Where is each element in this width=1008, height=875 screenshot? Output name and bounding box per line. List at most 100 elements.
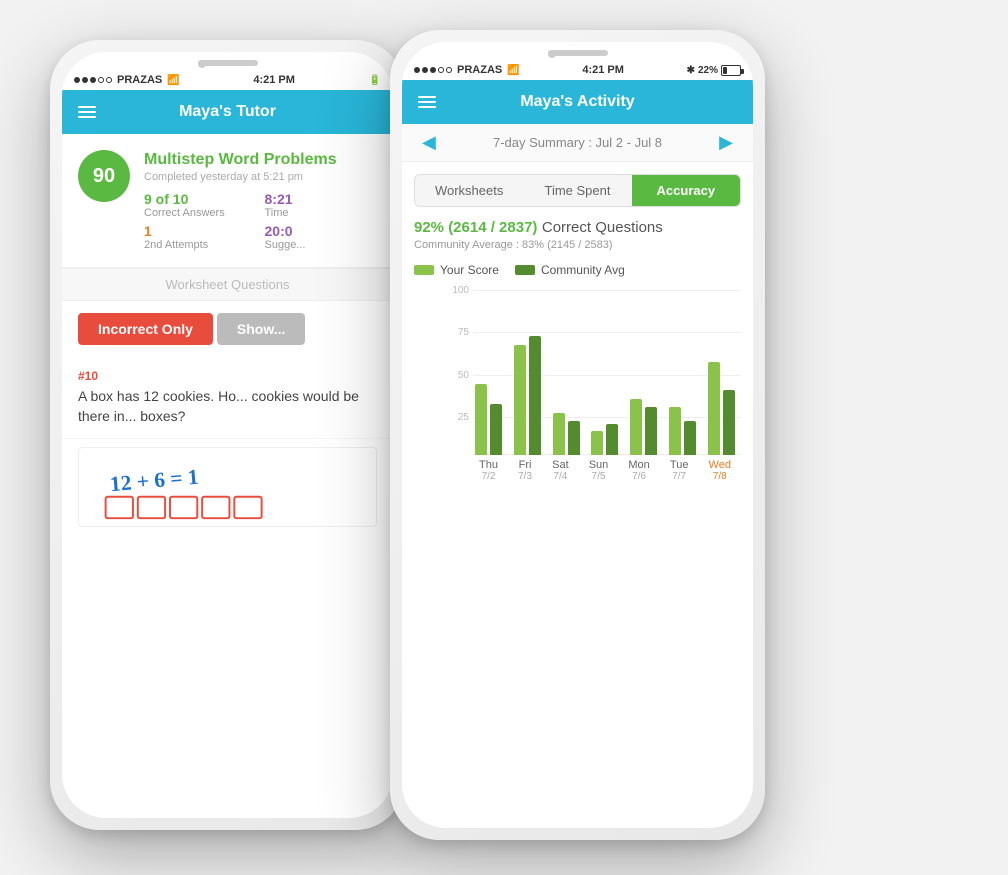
bar-group-sun <box>591 424 618 455</box>
dot4 <box>98 77 104 83</box>
filter-row: Incorrect Only Show... <box>62 301 393 357</box>
tab-time-spent[interactable]: Time Spent <box>523 175 631 206</box>
bar-pair-sun <box>591 424 618 455</box>
wifi-icon-right: 📶 <box>507 65 519 76</box>
chart-area: 100 75 50 2 <box>402 285 753 493</box>
suggested-value: 20:0 Sugge... <box>265 223 378 251</box>
battery-fill-right <box>723 67 727 74</box>
handwriting-area: 12 + 6 = 1 <box>78 447 377 527</box>
scene: PRAZAS 📶 4:21 PM 🔋 Maya's Tutor 90 <box>0 0 1008 875</box>
rdot3 <box>430 67 436 73</box>
camera-left <box>198 60 206 68</box>
x-label-sun: Sun7/5 <box>589 455 609 485</box>
bar-user-fri <box>514 345 526 456</box>
phone-left: PRAZAS 📶 4:21 PM 🔋 Maya's Tutor 90 <box>50 40 405 830</box>
your-score-swatch <box>414 265 434 275</box>
summary-title: 7-day Summary : Jul 2 - Jul 8 <box>493 135 662 150</box>
question-text: A box has 12 cookies. Ho... cookies woul… <box>78 387 377 426</box>
legend-your-score: Your Score <box>414 263 499 277</box>
bar-avg-tue <box>684 421 696 455</box>
tab-accuracy[interactable]: Accuracy <box>632 175 740 206</box>
menu-button-left[interactable] <box>78 106 96 118</box>
grid-label-75: 75 <box>444 327 469 338</box>
bar-pair-sat <box>553 413 580 456</box>
x-label-sat: Sat7/4 <box>552 455 569 485</box>
bars-area <box>469 285 741 455</box>
phone-left-notch <box>62 52 393 70</box>
menu-button-right[interactable] <box>418 96 436 108</box>
x-date-sat: 7/4 <box>553 471 567 482</box>
attempts-value: 1 2nd Attempts <box>144 223 257 251</box>
bar-group-sat <box>553 413 580 456</box>
status-left-left: PRAZAS 📶 <box>74 74 180 86</box>
score-date: Completed yesterday at 5:21 pm <box>144 171 377 183</box>
x-label-wed: Wed7/8 <box>709 455 731 485</box>
rdot2 <box>422 67 428 73</box>
prev-button[interactable]: ◀ <box>414 132 444 153</box>
community-label: Community Avg <box>541 263 625 277</box>
x-day-tue: Tue <box>670 459 689 471</box>
bar-avg-mon <box>645 407 657 455</box>
bar-user-tue <box>669 407 681 455</box>
question-row: #10 A box has 12 cookies. Ho... cookies … <box>62 357 393 439</box>
bar-group-fri <box>514 336 541 455</box>
x-date-wed: 7/8 <box>713 471 727 482</box>
nav-bar-right: Maya's Activity <box>402 80 753 124</box>
x-label-thu: Thu7/2 <box>479 455 498 485</box>
phone-right: PRAZAS 📶 4:21 PM ✱ 22% Maya's Activity <box>390 30 765 840</box>
x-date-fri: 7/3 <box>518 471 532 482</box>
show-all-button[interactable]: Show... <box>217 313 305 345</box>
time-right: 4:21 PM <box>582 64 624 76</box>
status-right-right: ✱ 22% <box>687 65 741 76</box>
carrier-left: PRAZAS <box>117 74 162 86</box>
score-stats: 9 of 10 Correct Answers 8:21 Time 1 2nd … <box>144 191 377 251</box>
bar-avg-fri <box>529 336 541 455</box>
bar-pair-wed <box>708 362 735 456</box>
section-header: Worksheet Questions <box>62 268 393 301</box>
phone-left-inner: PRAZAS 📶 4:21 PM 🔋 Maya's Tutor 90 <box>62 52 393 818</box>
x-labels: Thu7/2Fri7/3Sat7/4Sun7/5Mon7/6Tue7/7Wed7… <box>469 455 741 485</box>
bluetooth-icon: ✱ <box>687 65 695 76</box>
time-left: 4:21 PM <box>253 74 295 86</box>
next-button[interactable]: ▶ <box>711 132 741 153</box>
bar-pair-mon <box>630 399 657 455</box>
signal-dots-right <box>414 67 452 73</box>
bar-avg-wed <box>723 390 735 455</box>
grid-label-25: 25 <box>444 412 469 423</box>
bar-group-mon <box>630 399 657 455</box>
incorrect-only-button[interactable]: Incorrect Only <box>78 313 213 345</box>
x-day-fri: Fri <box>519 459 532 471</box>
phone-right-notch <box>402 42 753 60</box>
x-day-mon: Mon <box>628 459 649 471</box>
nav-bar-left: Maya's Tutor <box>62 90 393 134</box>
bar-avg-sun <box>606 424 618 455</box>
accuracy-header: 92% (2614 / 2837) Correct Questions Comm… <box>402 207 753 255</box>
grid-label-100: 100 <box>444 285 469 296</box>
dot1 <box>74 77 80 83</box>
score-info: Multistep Word Problems Completed yester… <box>144 150 377 251</box>
x-day-sat: Sat <box>552 459 569 471</box>
x-date-tue: 7/7 <box>672 471 686 482</box>
score-row: 90 Multistep Word Problems Completed yes… <box>62 134 393 268</box>
community-swatch <box>515 265 535 275</box>
accuracy-avg: Community Average : 83% (2145 / 2583) <box>414 239 741 251</box>
bar-pair-thu <box>475 384 502 455</box>
question-number: #10 <box>78 369 377 383</box>
x-date-mon: 7/6 <box>632 471 646 482</box>
x-label-tue: Tue7/7 <box>670 455 689 485</box>
tab-worksheets[interactable]: Worksheets <box>415 175 523 206</box>
chart-container: 100 75 50 2 <box>414 285 741 485</box>
accuracy-main-value: 92% (2614 / 2837) <box>414 219 537 236</box>
bar-group-tue <box>669 407 696 455</box>
status-left-right: PRAZAS 📶 <box>414 64 520 76</box>
x-day-wed: Wed <box>709 459 731 471</box>
rdot5 <box>446 67 452 73</box>
bar-pair-tue <box>669 407 696 455</box>
rdot4 <box>438 67 444 73</box>
legend-community: Community Avg <box>515 263 625 277</box>
app-content-right: ◀ 7-day Summary : Jul 2 - Jul 8 ▶ Worksh… <box>402 124 753 493</box>
dot3 <box>90 77 96 83</box>
status-right-left: 🔋 <box>369 75 381 86</box>
battery-percent-right: 22% <box>698 65 718 76</box>
legend-row: Your Score Community Avg <box>402 255 753 285</box>
